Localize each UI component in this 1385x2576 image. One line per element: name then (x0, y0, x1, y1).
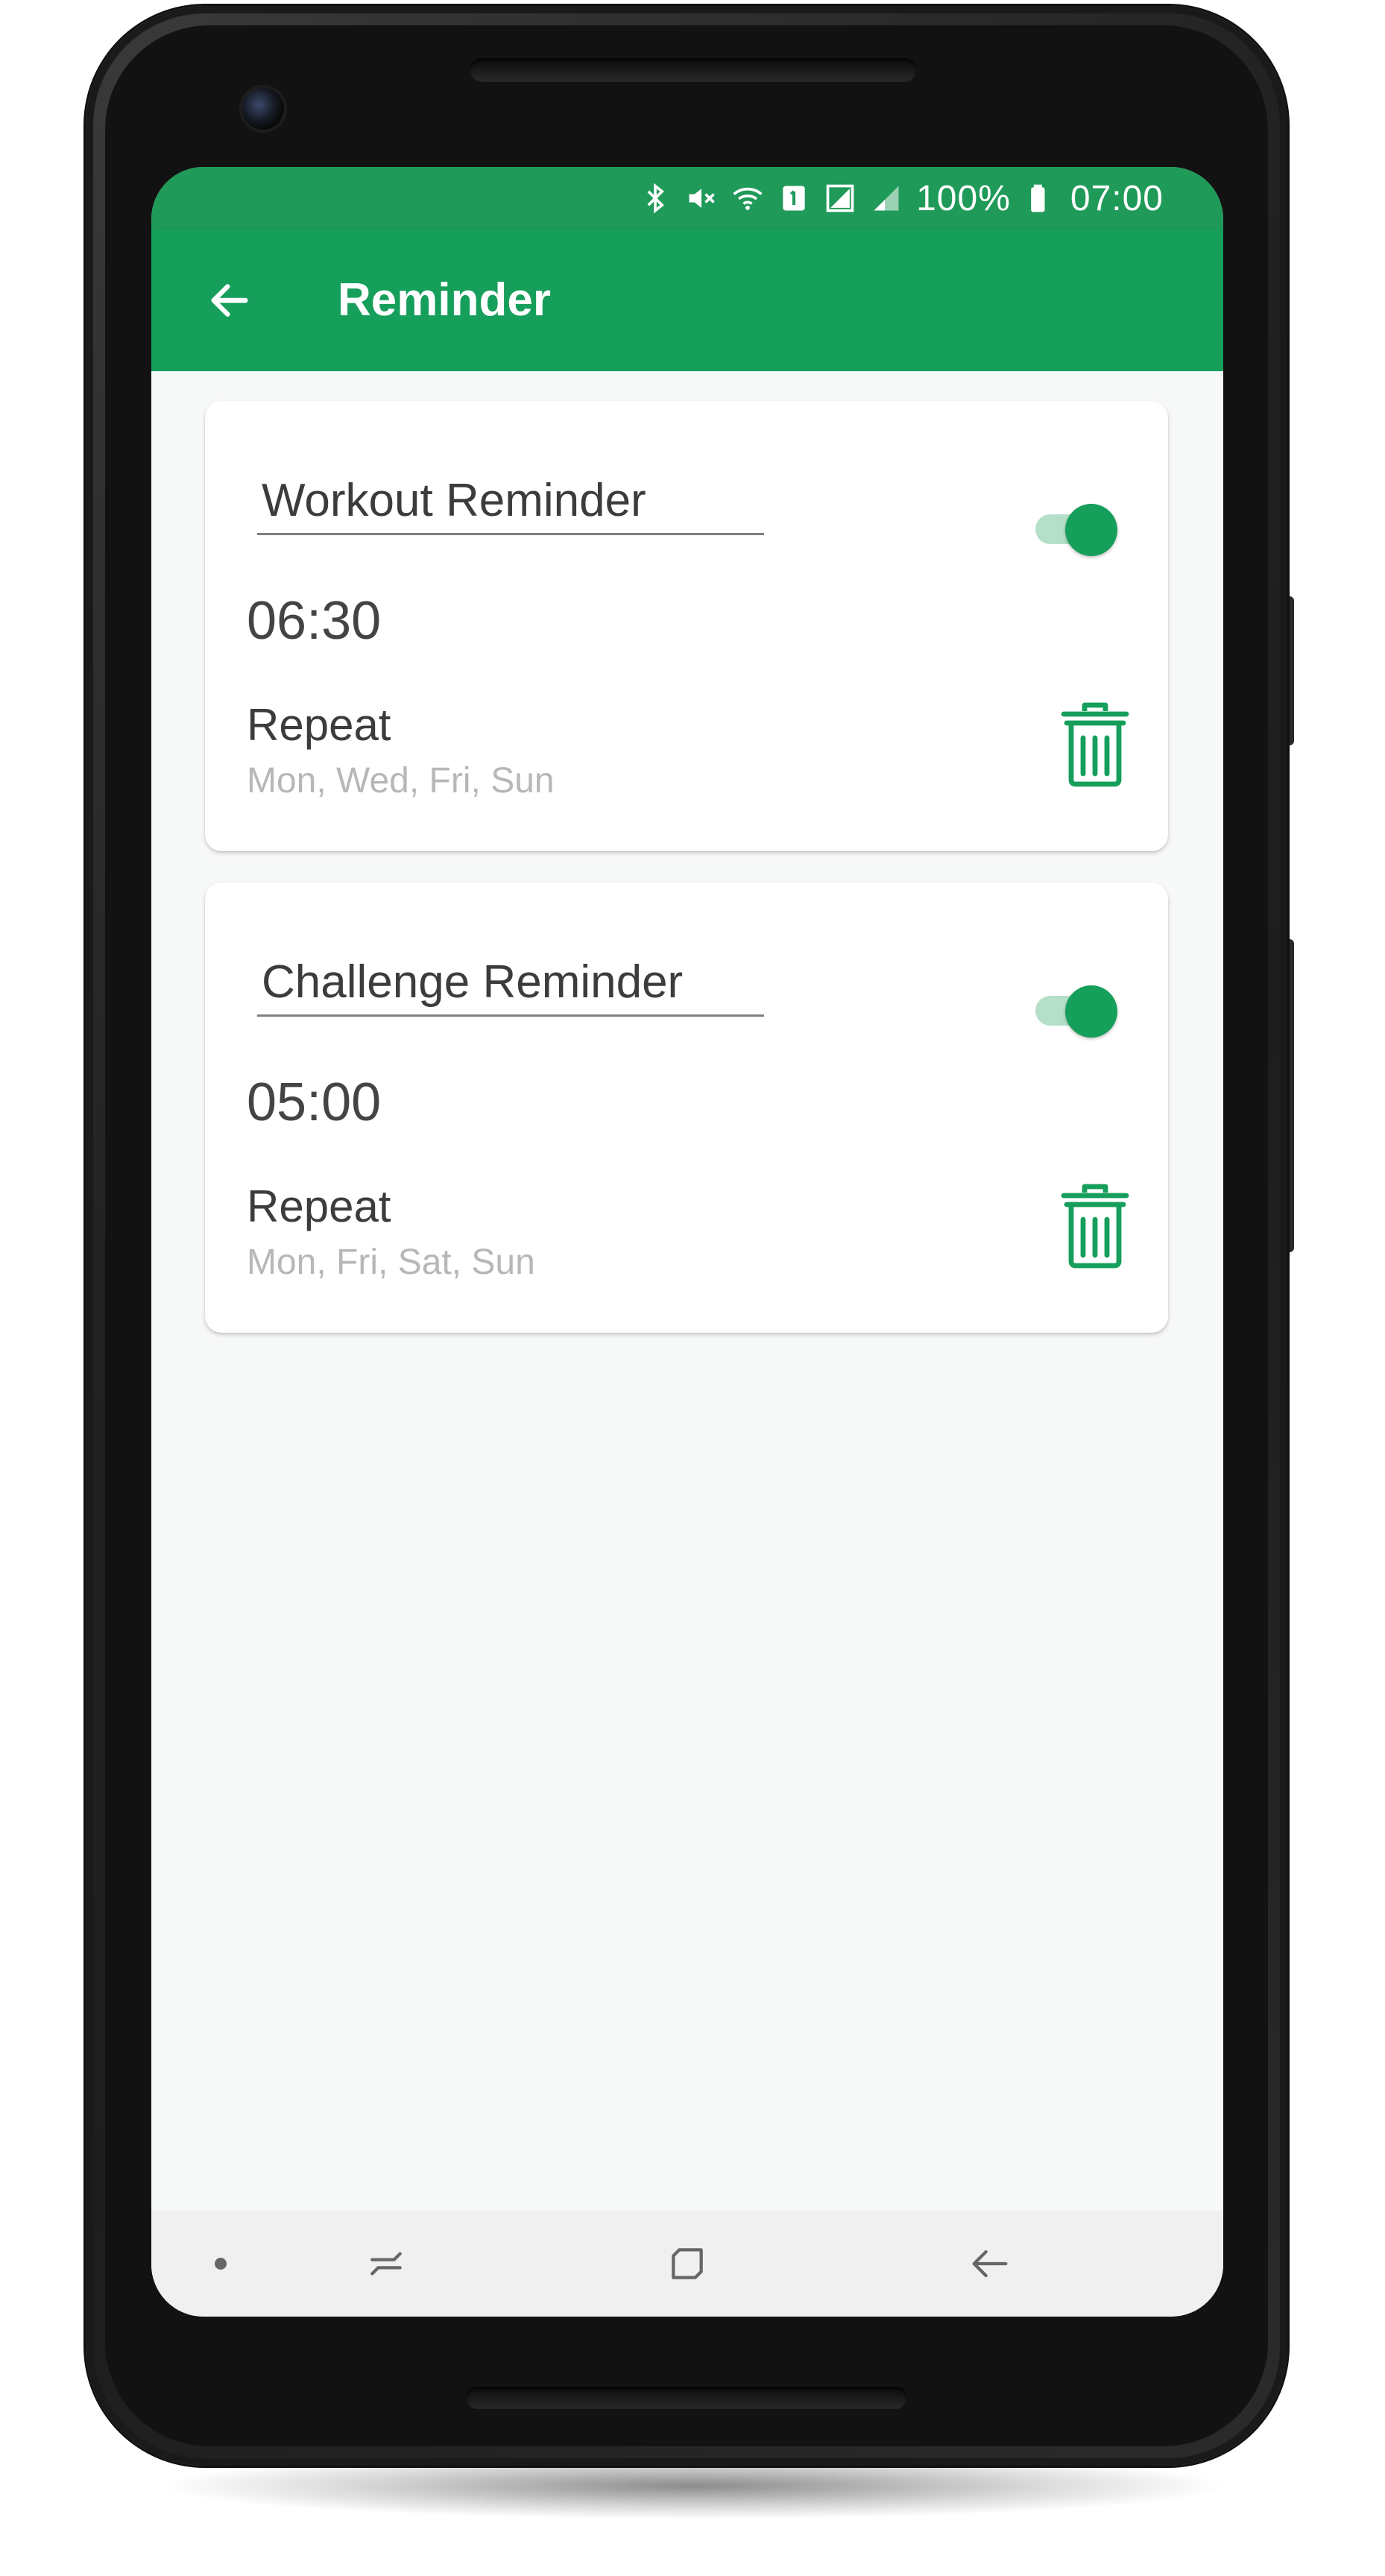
nav-recents-button[interactable] (360, 2238, 412, 2290)
back-button[interactable] (189, 259, 271, 341)
repeat-label[interactable]: Repeat (247, 1179, 391, 1234)
reminder-name-field[interactable]: Challenge Reminder (257, 953, 764, 1017)
status-bar: 100% 07:00 (151, 167, 1223, 230)
bluetooth-icon (639, 182, 672, 215)
reminder-card: Challenge Reminder 05:00 Repeat Mon, Fri… (205, 883, 1168, 1333)
reminder-toggle[interactable] (1031, 495, 1120, 562)
screen: 100% 07:00 Reminder Workout Reminder 06:… (151, 167, 1223, 2317)
reminder-time[interactable]: 05:00 (247, 1069, 381, 1136)
reminder-name-field[interactable]: Workout Reminder (257, 471, 764, 535)
wifi-icon (731, 182, 764, 215)
bottom-speaker (466, 2387, 907, 2409)
app-bar: Reminder (151, 230, 1223, 371)
reminder-list: Workout Reminder 06:30 Repeat Mon, Wed, … (151, 371, 1223, 2317)
repeat-days[interactable]: Mon, Wed, Fri, Sun (247, 759, 555, 804)
signal-icon (824, 182, 856, 215)
repeat-days[interactable]: Mon, Fri, Sat, Sun (247, 1240, 535, 1285)
reminder-card: Workout Reminder 06:30 Repeat Mon, Wed, … (205, 401, 1168, 851)
recents-icon (370, 2252, 402, 2276)
battery-percent: 100% (916, 178, 1011, 218)
front-camera (242, 88, 284, 130)
toggle-thumb (1065, 985, 1117, 1038)
nav-home-button[interactable] (661, 2238, 713, 2290)
nav-back-button[interactable] (964, 2238, 1016, 2290)
navigation-bar (151, 2211, 1223, 2317)
delete-button[interactable] (1058, 1181, 1132, 1270)
reminder-toggle[interactable] (1031, 976, 1120, 1044)
clock: 07:00 (1070, 178, 1164, 218)
sim-icon (777, 182, 810, 215)
home-icon (672, 2248, 703, 2279)
trash-icon (1061, 1184, 1129, 1269)
toggle-thumb (1065, 504, 1117, 556)
trash-icon (1061, 702, 1129, 787)
repeat-label[interactable]: Repeat (247, 698, 391, 753)
battery-icon (1024, 182, 1057, 215)
back-icon (972, 2250, 1008, 2278)
dot-icon (215, 2258, 227, 2270)
page-title: Reminder (338, 274, 551, 326)
mute-icon (685, 182, 718, 215)
nav-dot-button[interactable] (195, 2238, 247, 2290)
status-icons: 100% 07:00 (639, 176, 1164, 221)
signal-icon (870, 182, 903, 215)
delete-button[interactable] (1058, 699, 1132, 789)
arrow-back-icon (211, 284, 248, 317)
top-speaker (470, 58, 917, 82)
reminder-time[interactable]: 06:30 (247, 587, 381, 654)
